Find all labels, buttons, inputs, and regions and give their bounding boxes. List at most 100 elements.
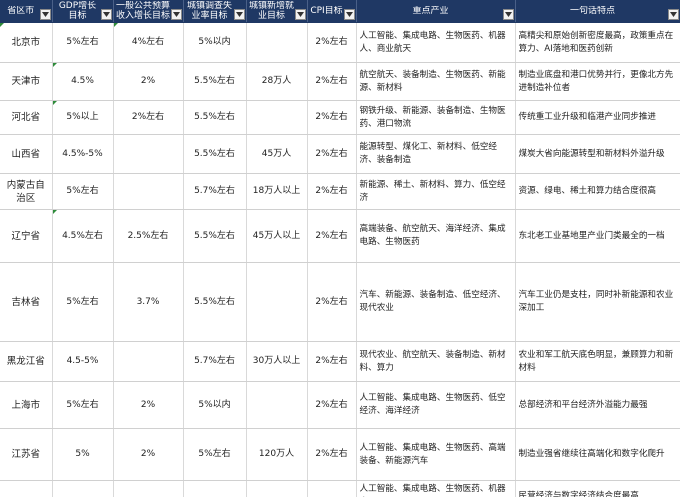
province-cell[interactable] [0,480,53,497]
province-cell[interactable]: 辽宁省 [0,209,53,263]
filter-dropdown-icon[interactable] [343,9,355,20]
summary-cell[interactable]: 民营经济与数字经济结合度最高 [515,480,680,497]
unemployment-target-cell[interactable]: 5%左右 [183,428,247,481]
gdp-target-cell[interactable]: 5%以上 [52,100,114,135]
revenue-target-cell[interactable] [113,480,184,497]
unemployment-target-cell[interactable]: 5.5%左右 [183,100,247,135]
jobs-target-cell[interactable] [246,22,308,63]
province-cell[interactable]: 河北省 [0,100,53,135]
cpi-target-cell[interactable]: 2%左右 [307,134,357,174]
summary-cell[interactable]: 东北老工业基地里产业门类最全的一档 [515,209,680,263]
province-cell[interactable]: 内蒙古自治区 [0,173,53,210]
province-cell[interactable]: 天津市 [0,62,53,101]
filter-dropdown-icon[interactable] [233,9,245,20]
jobs-target-cell[interactable]: 18万人以上 [246,173,308,210]
filter-dropdown-icon[interactable] [100,9,112,20]
key-industries-cell[interactable]: 新能源、稀土、新材料、算力、低空经济 [356,173,516,210]
summary-cell[interactable]: 总部经济和平台经济外溢能力最强 [515,381,680,429]
col-header-gdp[interactable]: GDP增长目标 [52,0,114,23]
unemployment-target-cell[interactable]: 5.5%左右 [183,262,247,342]
key-industries-cell[interactable]: 能源转型、煤化工、新材料、低空经济、装备制造 [356,134,516,174]
gdp-target-cell[interactable]: 5%左右 [52,22,114,63]
col-header-industry[interactable]: 重点产业 [356,0,516,23]
col-header-feature[interactable]: 一句话特点 [515,0,680,23]
unemployment-target-cell[interactable]: 5.7%左右 [183,341,247,382]
unemployment-target-cell[interactable]: 5.5%左右 [183,134,247,174]
cpi-target-cell[interactable]: 2%左右 [307,428,357,481]
revenue-target-cell[interactable]: 4%左右 [113,22,184,63]
revenue-target-cell[interactable]: 2% [113,381,184,429]
cpi-target-cell[interactable]: 2%左右 [307,341,357,382]
jobs-target-cell[interactable] [246,262,308,342]
gdp-target-cell[interactable]: 5%左右 [52,381,114,429]
revenue-target-cell[interactable] [113,173,184,210]
col-header-province[interactable]: 省区市 [0,0,53,23]
col-header-revenue[interactable]: 一般公共预算收入增长目标 [113,0,184,23]
key-industries-cell[interactable]: 现代农业、航空航天、装备制造、新材料、算力 [356,341,516,382]
filter-dropdown-icon[interactable] [502,9,514,20]
key-industries-cell[interactable]: 人工智能、集成电路、生物医药、机器人、商业航天 [356,22,516,63]
revenue-target-cell[interactable] [113,134,184,174]
summary-cell[interactable]: 制造业底盘和港口优势并行，更像北方先进制造补位者 [515,62,680,101]
cpi-target-cell[interactable]: 2%左右 [307,62,357,101]
cpi-target-cell[interactable] [307,480,357,497]
filter-dropdown-icon[interactable] [667,9,679,20]
revenue-target-cell[interactable]: 2% [113,62,184,101]
province-cell[interactable]: 北京市 [0,22,53,63]
cpi-target-cell[interactable]: 2%左右 [307,173,357,210]
cpi-target-cell[interactable]: 2%左右 [307,381,357,429]
revenue-target-cell[interactable]: 2%左右 [113,100,184,135]
key-industries-cell[interactable]: 钢铁升级、新能源、装备制造、生物医药、港口物流 [356,100,516,135]
summary-cell[interactable]: 汽车工业仍是支柱，同时补新能源和农业深加工 [515,262,680,342]
cpi-target-cell[interactable]: 2%左右 [307,209,357,263]
key-industries-cell[interactable]: 汽车、新能源、装备制造、低空经济、现代农业 [356,262,516,342]
summary-cell[interactable]: 资源、绿电、稀土和算力结合度很高 [515,173,680,210]
revenue-target-cell[interactable]: 2.5%左右 [113,209,184,263]
jobs-target-cell[interactable] [246,381,308,429]
cpi-target-cell[interactable]: 2%左右 [307,262,357,342]
filter-dropdown-icon[interactable] [294,9,306,20]
province-cell[interactable]: 江苏省 [0,428,53,481]
key-industries-cell[interactable]: 人工智能、集成电路、生物医药、低空经济、海洋经济 [356,381,516,429]
province-cell[interactable]: 上海市 [0,381,53,429]
revenue-target-cell[interactable] [113,341,184,382]
col-header-cpi[interactable]: CPI目标 [307,0,357,23]
spreadsheet[interactable]: 省区市 GDP增长目标 一般公共预算收入增长目标 城镇调查失业率目标 城镇新增就… [0,0,680,497]
summary-cell[interactable]: 制造业强省继续往高端化和数字化爬升 [515,428,680,481]
cpi-target-cell[interactable]: 2%左右 [307,100,357,135]
summary-cell[interactable]: 农业和军工航天底色明显，兼顾算力和新材料 [515,341,680,382]
jobs-target-cell[interactable]: 120万人 [246,428,308,481]
jobs-target-cell[interactable]: 30万人以上 [246,341,308,382]
unemployment-target-cell[interactable] [183,480,247,497]
key-industries-cell[interactable]: 航空航天、装备制造、生物医药、新能源、新材料 [356,62,516,101]
unemployment-target-cell[interactable]: 5.7%左右 [183,173,247,210]
col-header-jobs[interactable]: 城镇新增就业目标 [246,0,308,23]
unemployment-target-cell[interactable]: 5.5%左右 [183,209,247,263]
gdp-target-cell[interactable]: 4.5% [52,62,114,101]
gdp-target-cell[interactable]: 4.5-5% [52,341,114,382]
jobs-target-cell[interactable] [246,100,308,135]
unemployment-target-cell[interactable]: 5%以内 [183,381,247,429]
summary-cell[interactable]: 传统重工业升级和临港产业同步推进 [515,100,680,135]
cpi-target-cell[interactable]: 2%左右 [307,22,357,63]
revenue-target-cell[interactable]: 3.7% [113,262,184,342]
key-industries-cell[interactable]: 人工智能、集成电路、生物医药、机器人 [356,480,516,497]
summary-cell[interactable]: 煤炭大省向能源转型和新材料外溢升级 [515,134,680,174]
gdp-target-cell[interactable]: 5%左右 [52,262,114,342]
jobs-target-cell[interactable]: 28万人 [246,62,308,101]
filter-dropdown-icon[interactable] [170,9,182,20]
province-cell[interactable]: 黑龙江省 [0,341,53,382]
gdp-target-cell[interactable]: 4.5%左右 [52,209,114,263]
gdp-target-cell[interactable] [52,480,114,497]
jobs-target-cell[interactable]: 45万人以上 [246,209,308,263]
filter-dropdown-icon[interactable] [39,9,51,20]
col-header-unemployment[interactable]: 城镇调查失业率目标 [183,0,247,23]
revenue-target-cell[interactable]: 2% [113,428,184,481]
key-industries-cell[interactable]: 高端装备、航空航天、海洋经济、集成电路、生物医药 [356,209,516,263]
jobs-target-cell[interactable]: 45万人 [246,134,308,174]
gdp-target-cell[interactable]: 5%左右 [52,173,114,210]
summary-cell[interactable]: 高精尖和原始创新密度最高，政策重点在算力、AI落地和医药创新 [515,22,680,63]
unemployment-target-cell[interactable]: 5.5%左右 [183,62,247,101]
gdp-target-cell[interactable]: 5% [52,428,114,481]
province-cell[interactable]: 山西省 [0,134,53,174]
